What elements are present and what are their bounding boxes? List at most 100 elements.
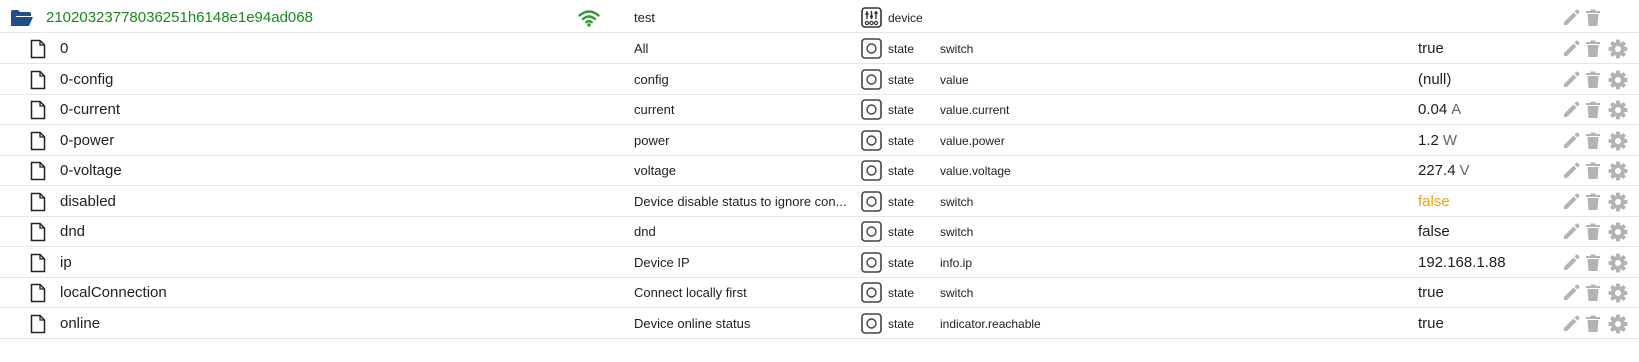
pencil-icon[interactable] bbox=[1562, 186, 1582, 217]
state-id: online bbox=[60, 315, 101, 332]
state-row-online[interactable]: online Device online status state indicator… bbox=[0, 308, 1639, 339]
state-value-cell[interactable]: true bbox=[1418, 277, 1444, 308]
state-id: 0 bbox=[60, 40, 69, 57]
gear-icon[interactable] bbox=[1608, 94, 1630, 125]
object-type: state bbox=[888, 285, 915, 300]
device-id: 21020323778036251h6148e1e94ad068 bbox=[46, 9, 313, 26]
pencil-icon[interactable] bbox=[1562, 125, 1582, 156]
state-id: ip bbox=[60, 254, 72, 271]
state-id: 0-config bbox=[60, 71, 114, 88]
gear-icon[interactable] bbox=[1608, 155, 1630, 186]
object-type: state bbox=[888, 316, 915, 331]
state-row-dnd[interactable]: dnd dnd state switch false bbox=[0, 216, 1639, 247]
object-type: state bbox=[888, 41, 915, 56]
file-icon bbox=[30, 64, 50, 95]
partial-row-icon bbox=[822, 357, 843, 362]
state-icon bbox=[861, 247, 882, 278]
gear-icon[interactable] bbox=[1608, 125, 1630, 156]
file-icon bbox=[30, 33, 50, 64]
state-row-0-config[interactable]: 0-config config state value (null) bbox=[0, 64, 1639, 95]
state-icon bbox=[861, 308, 882, 339]
trash-icon[interactable] bbox=[1585, 94, 1603, 125]
trash-icon[interactable] bbox=[1585, 308, 1603, 339]
state-row-disabled[interactable]: disabled Device disable status to ignore … bbox=[0, 186, 1639, 217]
trash-icon[interactable] bbox=[1585, 186, 1603, 217]
state-id: 0-current bbox=[60, 101, 121, 118]
state-value-cell[interactable]: false bbox=[1418, 186, 1450, 217]
file-icon bbox=[30, 308, 50, 339]
state-id: 0-power bbox=[60, 132, 115, 149]
state-value: 0.04 bbox=[1418, 101, 1448, 118]
pencil-icon[interactable] bbox=[1562, 308, 1582, 339]
state-role: value.voltage bbox=[940, 163, 1011, 178]
object-type: state bbox=[888, 102, 915, 117]
state-name: config bbox=[634, 72, 669, 87]
pencil-icon[interactable] bbox=[1562, 277, 1582, 308]
state-row-0[interactable]: 0 All state switch true bbox=[0, 33, 1639, 64]
state-row-0-voltage[interactable]: 0-voltage voltage state value.voltage 227.4 V bbox=[0, 155, 1639, 186]
gear-icon[interactable] bbox=[1608, 186, 1630, 217]
folder-row-device[interactable]: 21020323778036251h6148e1e94ad068 test de… bbox=[0, 2, 1639, 33]
state-value-cell[interactable]: 0.04 A bbox=[1418, 94, 1461, 125]
file-icon bbox=[30, 94, 50, 125]
file-icon bbox=[30, 125, 50, 156]
state-icon bbox=[861, 186, 882, 217]
state-value: 192.168.1.88 bbox=[1418, 254, 1506, 271]
trash-icon[interactable] bbox=[1585, 277, 1603, 308]
trash-icon[interactable] bbox=[1585, 64, 1603, 95]
folder-open-icon[interactable] bbox=[10, 2, 34, 33]
partial-row-icon bbox=[578, 357, 594, 362]
state-icon bbox=[861, 94, 882, 125]
state-value: false bbox=[1418, 193, 1450, 210]
trash-icon[interactable] bbox=[1585, 2, 1603, 33]
state-value-cell[interactable]: true bbox=[1418, 308, 1444, 339]
pencil-icon[interactable] bbox=[1562, 64, 1582, 95]
state-value-cell[interactable]: 1.2 W bbox=[1418, 125, 1457, 156]
gear-icon[interactable] bbox=[1608, 64, 1630, 95]
state-role: switch bbox=[940, 194, 974, 209]
gear-icon[interactable] bbox=[1608, 277, 1630, 308]
state-row-0-current[interactable]: 0-current current state value.current 0.04 A bbox=[0, 94, 1639, 125]
pencil-icon[interactable] bbox=[1562, 155, 1582, 186]
state-id: 0-voltage bbox=[60, 162, 122, 179]
pencil-icon[interactable] bbox=[1562, 94, 1582, 125]
pencil-icon[interactable] bbox=[1562, 216, 1582, 247]
gear-icon[interactable] bbox=[1608, 216, 1630, 247]
state-row-ip[interactable]: ip Device IP state info.ip 192.168.1.88 bbox=[0, 247, 1639, 278]
state-value-cell[interactable]: false bbox=[1418, 216, 1450, 247]
state-role: value bbox=[940, 72, 969, 87]
pencil-icon[interactable] bbox=[1562, 247, 1582, 278]
state-value-cell[interactable]: true bbox=[1418, 33, 1444, 64]
gear-icon[interactable] bbox=[1608, 247, 1630, 278]
pencil-icon[interactable] bbox=[1562, 33, 1582, 64]
partial-row-icon bbox=[8, 357, 20, 362]
pencil-icon[interactable] bbox=[1562, 2, 1582, 33]
state-value-cell[interactable]: 227.4 V bbox=[1418, 155, 1470, 186]
state-name: Connect locally first bbox=[634, 285, 747, 300]
trash-icon[interactable] bbox=[1585, 125, 1603, 156]
state-id: disabled bbox=[60, 193, 116, 210]
state-name: Device IP bbox=[634, 255, 690, 270]
trash-icon[interactable] bbox=[1585, 155, 1603, 186]
trash-icon[interactable] bbox=[1585, 247, 1603, 278]
state-value: 1.2 bbox=[1418, 132, 1439, 149]
object-type: state bbox=[888, 72, 915, 87]
state-value: true bbox=[1418, 284, 1444, 301]
object-type: state bbox=[888, 224, 915, 239]
state-role: switch bbox=[940, 41, 974, 56]
state-unit: V bbox=[1459, 162, 1470, 179]
object-type: state bbox=[888, 133, 915, 148]
state-row-0-power[interactable]: 0-power power state value.power 1.2 W bbox=[0, 125, 1639, 156]
state-value-cell[interactable]: 192.168.1.88 bbox=[1418, 247, 1506, 278]
state-icon bbox=[861, 33, 882, 64]
gear-icon[interactable] bbox=[1608, 308, 1630, 339]
gear-icon[interactable] bbox=[1608, 33, 1630, 64]
trash-icon[interactable] bbox=[1585, 33, 1603, 64]
state-icon bbox=[861, 277, 882, 308]
state-value-cell[interactable]: (null) bbox=[1418, 64, 1451, 95]
trash-icon[interactable] bbox=[1585, 216, 1603, 247]
state-row-localConnection[interactable]: localConnection Connect locally first stat… bbox=[0, 277, 1639, 308]
file-icon bbox=[30, 277, 50, 308]
device-name: test bbox=[634, 10, 655, 25]
state-id: localConnection bbox=[60, 284, 167, 301]
